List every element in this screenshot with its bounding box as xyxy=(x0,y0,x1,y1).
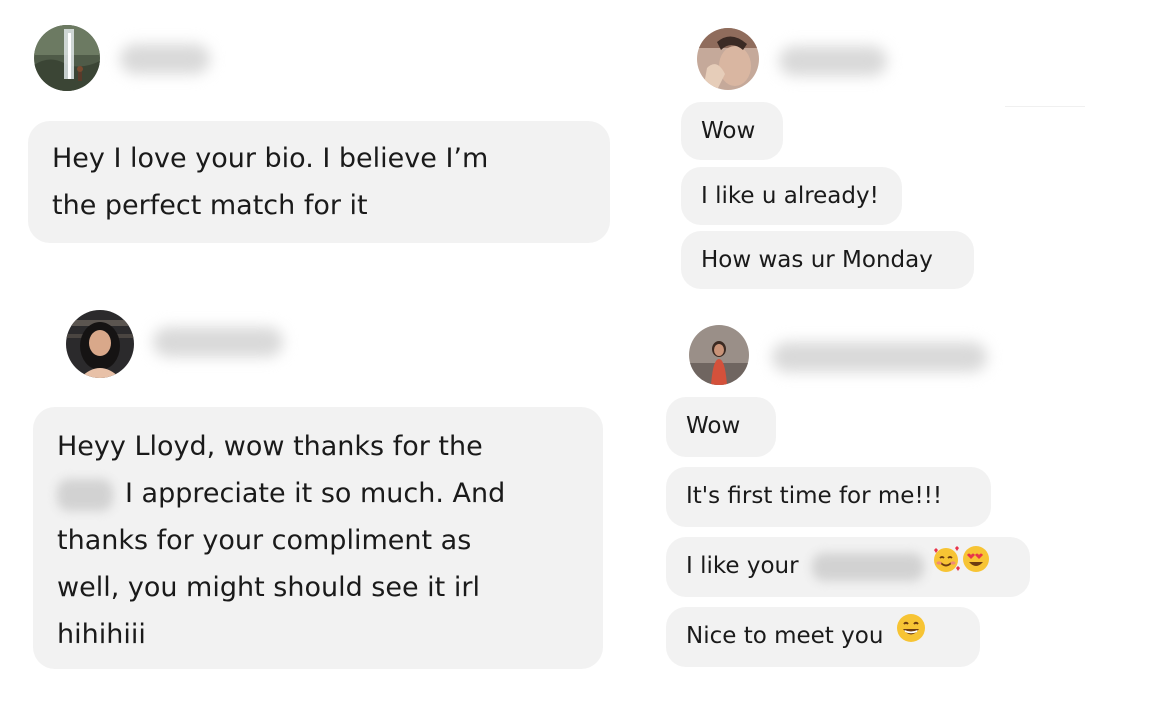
message-line-text: I appreciate it so much. And xyxy=(125,478,506,509)
divider xyxy=(1005,106,1085,107)
message-bubble: Wow xyxy=(681,102,783,160)
message-bubble: Hey I love your bio. I believe I’m the p… xyxy=(28,121,610,243)
contact-name-redacted xyxy=(153,327,283,357)
message-bubble: I like u already! xyxy=(681,167,902,225)
message-text: I like your xyxy=(686,553,799,579)
message-bubble: Heyy Lloyd, wow thanks for the I appreci… xyxy=(33,407,603,669)
message-bubble: It's first time for me!!! xyxy=(666,467,991,527)
smiling-face-with-hearts-icon xyxy=(931,538,961,596)
message-bubble: Nice to meet you xyxy=(666,607,980,667)
message-bubble: Wow xyxy=(666,397,776,457)
message-line: I appreciate it so much. And xyxy=(57,470,579,517)
message-text: Nice to meet you xyxy=(686,623,884,649)
redacted-word xyxy=(811,552,924,581)
contact-name-redacted xyxy=(779,46,887,76)
message-line: well, you might should see it irl xyxy=(57,572,480,603)
woman-portrait-avatar-icon xyxy=(66,310,134,378)
contact-name-redacted xyxy=(772,342,987,372)
avatar[interactable] xyxy=(689,325,749,385)
avatar[interactable] xyxy=(697,28,759,90)
message-line: thanks for your compliment as xyxy=(57,525,472,556)
contact-name-redacted xyxy=(120,44,210,74)
person-photo-avatar-icon xyxy=(697,28,759,90)
message-bubble: How was ur Monday xyxy=(681,231,974,289)
message-line: Heyy Lloyd, wow thanks for the xyxy=(57,431,483,462)
message-line: the perfect match for it xyxy=(52,190,368,221)
person-standing-avatar-icon xyxy=(689,325,749,385)
heart-eyes-icon xyxy=(961,538,991,596)
redacted-word xyxy=(57,478,113,511)
message-line: Hey I love your bio. I believe I’m xyxy=(52,143,489,174)
message-line: hihihiii xyxy=(57,619,146,650)
avatar[interactable] xyxy=(34,25,100,91)
grinning-face-icon xyxy=(895,608,927,666)
avatar[interactable] xyxy=(66,310,134,378)
waterfall-photo-avatar-icon xyxy=(34,25,100,91)
message-bubble: I like your xyxy=(666,537,1030,597)
